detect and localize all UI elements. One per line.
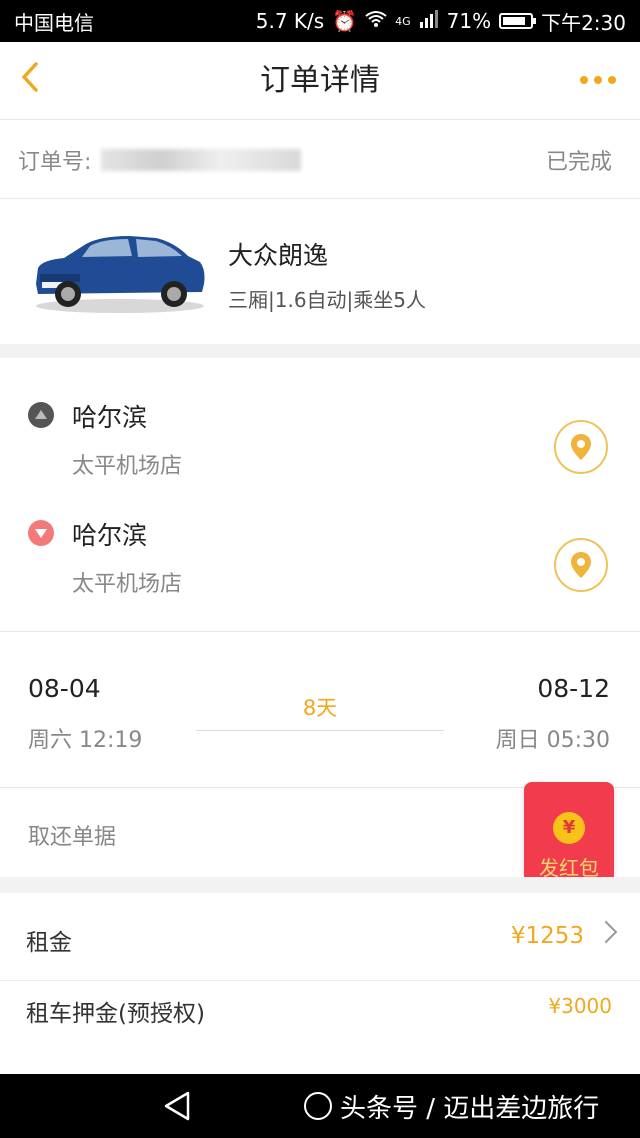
return-marker-icon <box>28 520 54 546</box>
deposit-row: 租车押金(预授权) ¥3000 <box>0 982 640 1070</box>
wifi-icon <box>365 9 387 33</box>
period-line <box>196 730 444 731</box>
order-number-row: 订单号: 已完成 <box>0 121 640 199</box>
car-image <box>36 236 205 313</box>
end-time: 周日 05:30 <box>495 728 610 753</box>
signal-icon <box>419 9 439 33</box>
battery-percent: 71% <box>446 9 492 33</box>
more-dot <box>594 76 602 84</box>
pickup-map-button[interactable] <box>554 420 608 474</box>
return-store: 太平机场店 <box>72 572 183 597</box>
car-card[interactable]: 大众朗逸 三厢|1.6自动|乘坐5人 <box>0 200 640 344</box>
section-divider <box>0 344 640 358</box>
more-dot <box>580 76 588 84</box>
pickup-marker-icon <box>28 402 54 428</box>
order-number-label: 订单号: <box>18 149 92 175</box>
battery-icon <box>499 13 537 29</box>
status-indicators: 5.7 K/s ⏰ 4G 71% 下午2:30 <box>256 7 626 36</box>
order-number-redacted <box>101 148 302 171</box>
pickup-store: 太平机场店 <box>72 454 183 479</box>
car-spec: 三厢|1.6自动|乘坐5人 <box>228 288 427 312</box>
rental-period: 08-04 周六 12:19 8天 08-12 周日 05:30 <box>0 632 640 788</box>
yuan-coin-icon: ¥ <box>553 812 585 844</box>
clock: 下午2:30 <box>541 10 626 35</box>
end-date: 08-12 <box>537 674 610 703</box>
watermark: 头条号 / 迈出差边旅行 <box>340 1094 600 1124</box>
location-pin-icon <box>571 552 591 578</box>
location-section: 哈尔滨 太平机场店 哈尔滨 太平机场店 <box>0 358 640 632</box>
home-circle-icon[interactable] <box>304 1092 332 1120</box>
section-divider <box>0 877 640 893</box>
network-speed: 5.7 K/s <box>255 9 325 33</box>
return-map-button[interactable] <box>554 538 608 592</box>
header: 订单详情 <box>0 42 640 120</box>
pickup-city: 哈尔滨 <box>72 403 148 432</box>
carrier-label: 中国电信 <box>14 10 94 35</box>
rent-row[interactable]: 租金 ¥1253 <box>0 893 640 981</box>
chevron-right-icon <box>594 920 618 944</box>
return-city: 哈尔滨 <box>72 521 148 550</box>
receipt-label: 取还单据 <box>28 825 117 850</box>
deposit-value: ¥3000 <box>548 994 612 1018</box>
system-nav-bar: 头条号 / 迈出差边旅行 <box>0 1074 640 1138</box>
status-bar: 中国电信 5.7 K/s ⏰ 4G 71% 下午2:30 <box>0 0 640 42</box>
more-dot <box>608 76 616 84</box>
start-time: 周六 12:19 <box>28 728 143 753</box>
more-button[interactable] <box>580 76 616 84</box>
order-status: 已完成 <box>545 149 612 175</box>
rent-label: 租金 <box>26 930 72 956</box>
back-triangle-icon[interactable] <box>162 1090 192 1122</box>
location-pin-icon <box>571 434 591 460</box>
car-name: 大众朗逸 <box>228 241 329 270</box>
page-title: 订单详情 <box>260 63 380 98</box>
network-type: 4G <box>395 14 411 28</box>
deposit-label: 租车押金(预授权) <box>26 1001 205 1027</box>
alarm-icon: ⏰ <box>332 9 358 33</box>
rent-value: ¥1253 <box>510 923 584 949</box>
